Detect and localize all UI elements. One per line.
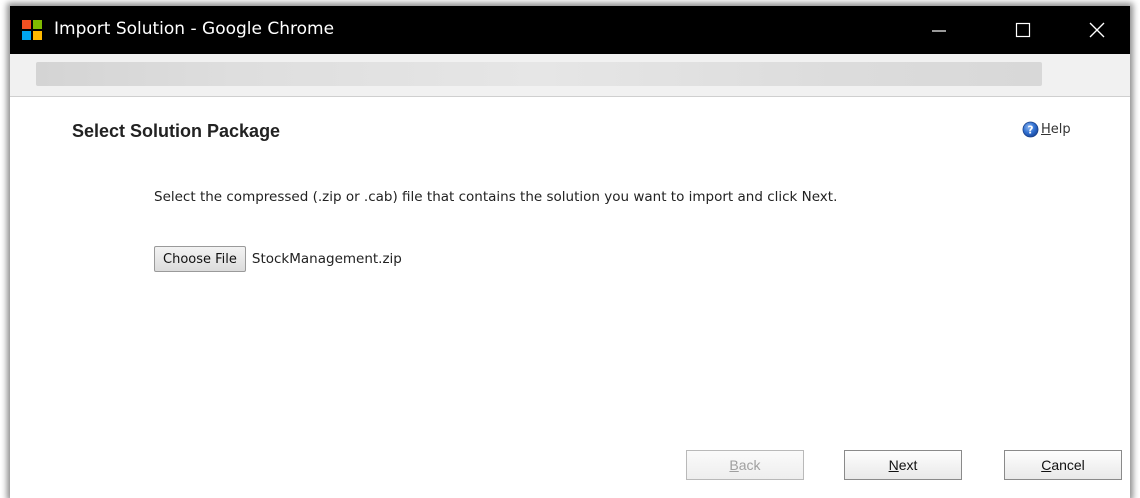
- svg-text:?: ?: [1027, 124, 1033, 136]
- close-icon: [1089, 22, 1105, 38]
- dialog-content: Select Solution Package ? Help Select th…: [10, 97, 1130, 498]
- back-button[interactable]: Back: [686, 450, 804, 480]
- window-title: Import Solution - Google Chrome: [54, 19, 335, 39]
- close-button[interactable]: [1074, 6, 1120, 54]
- help-label: Help: [1041, 122, 1071, 137]
- maximize-icon: [1015, 22, 1031, 38]
- help-circle-icon: ?: [1022, 121, 1039, 138]
- choose-file-button[interactable]: Choose File: [154, 246, 246, 272]
- microsoft-logo-icon: [22, 20, 42, 40]
- next-button[interactable]: Next: [844, 450, 962, 480]
- page-title: Select Solution Package: [72, 121, 281, 141]
- instructions-text: Select the compressed (.zip or .cab) fil…: [154, 189, 838, 205]
- maximize-button[interactable]: [1000, 6, 1046, 54]
- address-bar[interactable]: [36, 62, 1042, 86]
- help-link[interactable]: ? Help: [1022, 121, 1071, 138]
- title-bar[interactable]: Import Solution - Google Chrome: [10, 6, 1130, 54]
- selected-file-name: StockManagement.zip: [251, 251, 402, 267]
- address-bar-area: [10, 54, 1130, 97]
- browser-window: Import Solution - Google Chrome Select S…: [10, 6, 1130, 498]
- minimize-icon: [932, 30, 946, 32]
- file-picker: Choose File StockManagement.zip: [154, 246, 402, 272]
- minimize-button[interactable]: [916, 6, 962, 54]
- cancel-button[interactable]: Cancel: [1004, 450, 1122, 480]
